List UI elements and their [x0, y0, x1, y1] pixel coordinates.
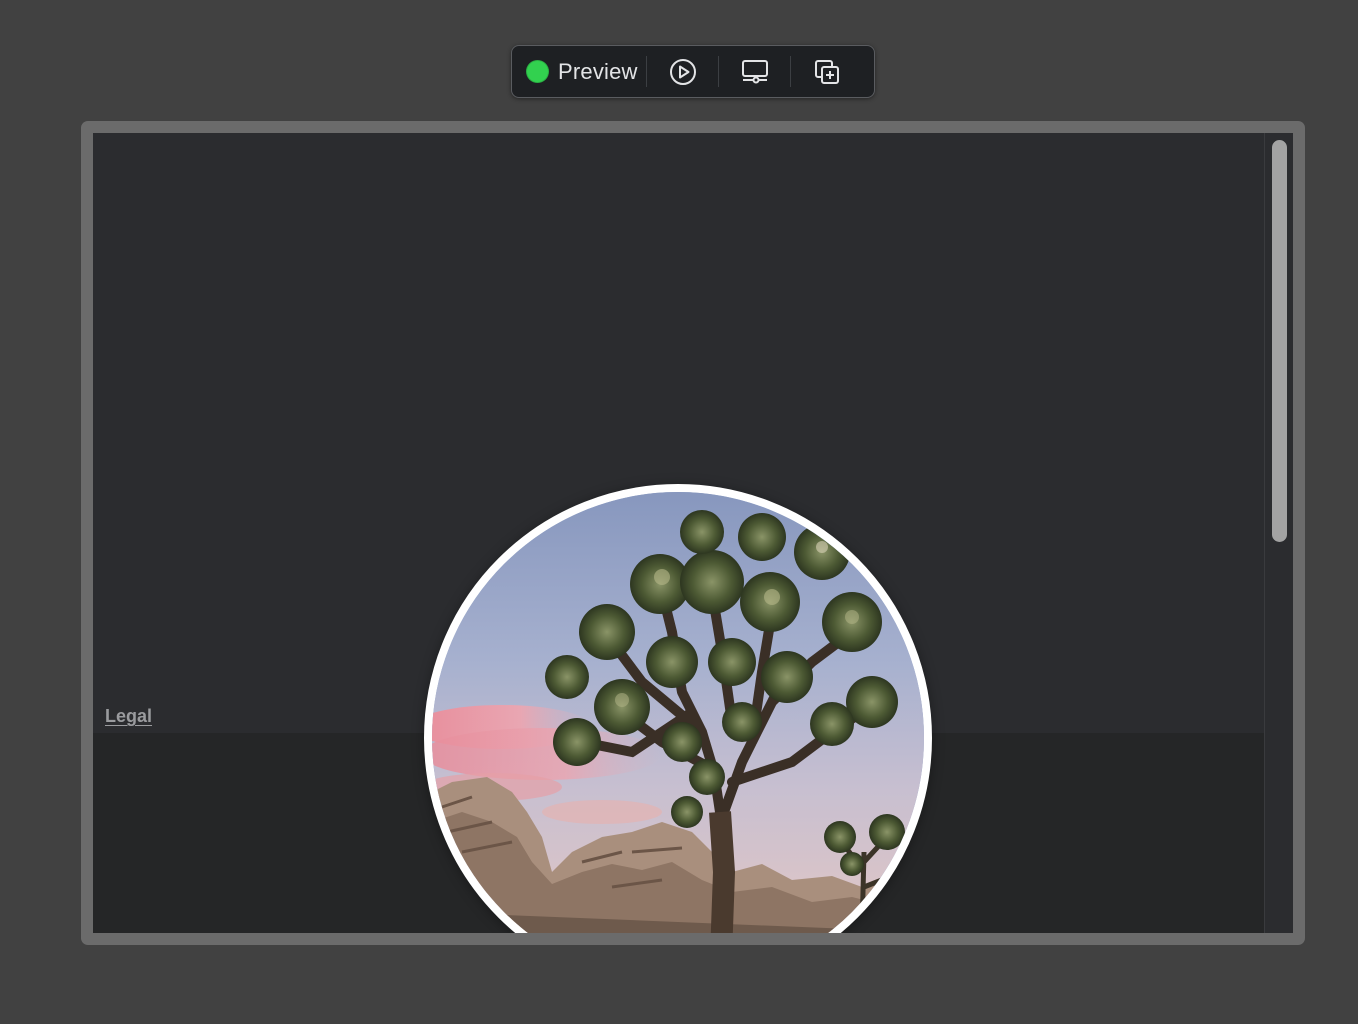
- legal-link[interactable]: Legal: [105, 706, 152, 727]
- status-indicator: [526, 60, 549, 83]
- scrollbar-thumb[interactable]: [1272, 140, 1287, 542]
- preview-frame: Legal: [81, 121, 1305, 945]
- page-content: Legal: [93, 133, 1264, 933]
- profile-photo: [424, 484, 932, 933]
- vertical-scrollbar[interactable]: [1264, 133, 1293, 933]
- live-preview-button[interactable]: [647, 46, 718, 97]
- device-settings-button[interactable]: [719, 46, 790, 97]
- play-circle-icon: [669, 58, 697, 86]
- preview-status[interactable]: Preview: [512, 46, 646, 97]
- preview-label: Preview: [558, 58, 638, 84]
- joshua-tree-photo: [432, 492, 924, 933]
- preview-canvas: Legal: [93, 133, 1293, 933]
- duplicate-preview-button[interactable]: [791, 46, 862, 97]
- duplicate-icon: [812, 57, 842, 87]
- preview-toolbar: Preview: [511, 45, 875, 98]
- display-icon: [740, 58, 770, 86]
